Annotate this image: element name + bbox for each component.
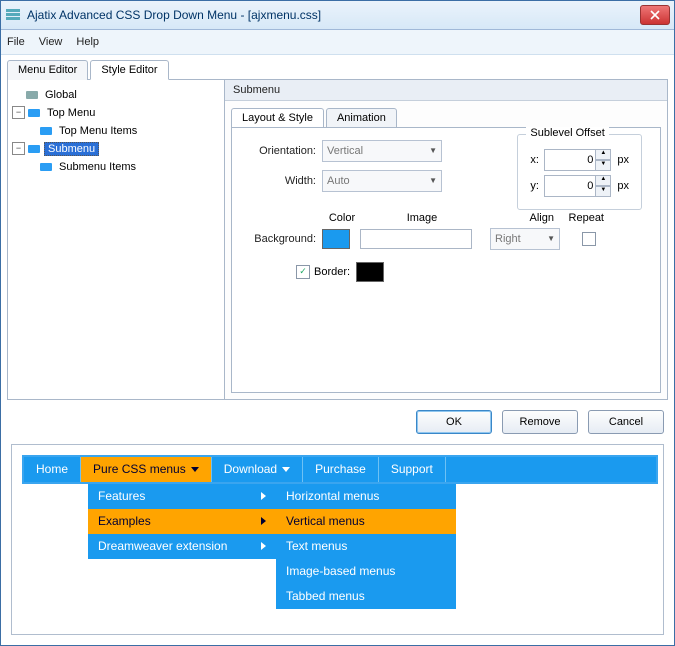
chevron-down-icon: ▼ bbox=[429, 146, 437, 155]
tree-top-menu[interactable]: −Top Menu bbox=[12, 104, 220, 122]
tab-layout-style[interactable]: Layout & Style bbox=[231, 108, 324, 128]
close-button[interactable] bbox=[640, 5, 670, 25]
chevron-down-icon: ▼ bbox=[547, 234, 555, 243]
titlebar: Ajatix Advanced CSS Drop Down Menu - [aj… bbox=[1, 1, 674, 30]
border-label: Border: bbox=[314, 266, 350, 278]
sub2-horizontal[interactable]: Horizontal menus bbox=[276, 484, 456, 509]
hdr-repeat: Repeat bbox=[554, 212, 604, 224]
item-icon bbox=[40, 127, 52, 135]
width-select[interactable]: Auto▼ bbox=[322, 170, 442, 192]
hdr-image: Image bbox=[362, 212, 482, 224]
tree-top-items[interactable]: Top Menu Items bbox=[12, 122, 220, 140]
spin-down-icon[interactable]: ▼ bbox=[595, 186, 611, 197]
spin-up-icon[interactable]: ▲ bbox=[595, 149, 611, 160]
nav-purchase[interactable]: Purchase bbox=[303, 457, 379, 482]
sub2-image[interactable]: Image-based menus bbox=[276, 559, 456, 584]
submenu-wrap: Features Examples Dreamweaver extension … bbox=[22, 484, 653, 609]
orientation-select[interactable]: Vertical▼ bbox=[322, 140, 442, 162]
properties-header: Submenu bbox=[225, 80, 667, 101]
bg-repeat-checkbox[interactable] bbox=[582, 232, 596, 246]
hdr-color: Color bbox=[322, 212, 362, 224]
menu-file[interactable]: File bbox=[7, 36, 25, 48]
bg-headers: Color Image Align Repeat bbox=[244, 212, 648, 224]
app-window: Ajatix Advanced CSS Drop Down Menu - [aj… bbox=[0, 0, 675, 646]
editor-area: Global −Top Menu Top Menu Items −Submenu… bbox=[7, 79, 668, 400]
orientation-label: Orientation: bbox=[244, 145, 316, 157]
offset-x-label: x: bbox=[530, 154, 544, 166]
window-title: Ajatix Advanced CSS Drop Down Menu - [aj… bbox=[27, 8, 640, 22]
sub2-vertical[interactable]: Vertical menus bbox=[276, 509, 456, 534]
tab-menu-editor[interactable]: Menu Editor bbox=[7, 60, 88, 80]
properties-tabs: Layout & Style Animation bbox=[231, 107, 661, 127]
sub2-tabbed[interactable]: Tabbed menus bbox=[276, 584, 456, 609]
menu-icon bbox=[28, 109, 40, 117]
spin-down-icon[interactable]: ▼ bbox=[595, 160, 611, 171]
caret-right-icon bbox=[261, 492, 266, 500]
close-icon bbox=[650, 10, 660, 20]
menu-icon bbox=[28, 145, 40, 153]
offset-x-unit: px bbox=[617, 154, 629, 166]
collapse-icon[interactable]: − bbox=[12, 106, 25, 119]
item-icon bbox=[40, 163, 52, 171]
collapse-icon[interactable]: − bbox=[12, 142, 25, 155]
nav-bar: Home Pure CSS menus Download Purchase Su… bbox=[22, 455, 658, 484]
border-row: ✓ Border: bbox=[244, 262, 648, 282]
globe-icon bbox=[26, 91, 38, 99]
menu-preview: Home Pure CSS menus Download Purchase Su… bbox=[11, 444, 664, 635]
dialog-buttons: OK Remove Cancel bbox=[1, 400, 674, 444]
background-label: Background: bbox=[244, 233, 316, 245]
sub1-dreamweaver[interactable]: Dreamweaver extension bbox=[88, 534, 276, 559]
offset-legend: Sublevel Offset bbox=[526, 127, 608, 139]
menubar: File View Help bbox=[1, 30, 674, 55]
tree-submenu[interactable]: −Submenu bbox=[12, 140, 220, 158]
editor-tabs: Menu Editor Style Editor bbox=[1, 55, 674, 79]
bg-color-swatch[interactable] bbox=[322, 229, 350, 249]
border-color-swatch[interactable] bbox=[356, 262, 384, 282]
nav-home[interactable]: Home bbox=[24, 457, 81, 482]
remove-button[interactable]: Remove bbox=[502, 410, 578, 434]
menu-view[interactable]: View bbox=[39, 36, 63, 48]
caret-down-icon bbox=[191, 467, 199, 472]
nav-support[interactable]: Support bbox=[379, 457, 446, 482]
nav-pure-css[interactable]: Pure CSS menus bbox=[81, 457, 212, 482]
cancel-button[interactable]: Cancel bbox=[588, 410, 664, 434]
border-checkbox[interactable]: ✓ bbox=[296, 265, 310, 279]
spin-up-icon[interactable]: ▲ bbox=[595, 175, 611, 186]
sub2-text[interactable]: Text menus bbox=[276, 534, 456, 559]
properties-pane: Submenu Layout & Style Animation Orienta… bbox=[225, 80, 668, 400]
caret-right-icon bbox=[261, 542, 266, 550]
properties-body: Orientation: Vertical▼ Width: Auto▼ Subl… bbox=[231, 127, 661, 393]
tab-style-editor[interactable]: Style Editor bbox=[90, 60, 168, 80]
offset-y-label: y: bbox=[530, 180, 544, 192]
offset-y-row: y: ▲▼ px bbox=[530, 175, 629, 197]
style-tree: Global −Top Menu Top Menu Items −Submenu… bbox=[7, 80, 225, 400]
background-row: Background: Right▼ bbox=[244, 228, 648, 250]
bg-align-select[interactable]: Right▼ bbox=[490, 228, 560, 250]
app-icon bbox=[5, 7, 21, 23]
hdr-align: Align bbox=[482, 212, 554, 224]
menu-help[interactable]: Help bbox=[76, 36, 99, 48]
bg-image-input[interactable] bbox=[360, 229, 472, 249]
tab-animation[interactable]: Animation bbox=[326, 108, 397, 128]
sublevel-offset-group: Sublevel Offset x: ▲▼ px y: ▲▼ px bbox=[517, 134, 642, 210]
offset-y-unit: px bbox=[617, 180, 629, 192]
nav-download[interactable]: Download bbox=[212, 457, 303, 482]
sub1-features[interactable]: Features bbox=[88, 484, 276, 509]
width-label: Width: bbox=[244, 175, 316, 187]
ok-button[interactable]: OK bbox=[416, 410, 492, 434]
offset-x-row: x: ▲▼ px bbox=[530, 149, 629, 171]
caret-right-icon bbox=[261, 517, 266, 525]
offset-x-input[interactable] bbox=[544, 149, 596, 171]
chevron-down-icon: ▼ bbox=[429, 176, 437, 185]
submenu-level1: Features Examples Dreamweaver extension bbox=[88, 484, 276, 609]
sub1-examples[interactable]: Examples bbox=[88, 509, 276, 534]
offset-y-input[interactable] bbox=[544, 175, 596, 197]
tree-global[interactable]: Global bbox=[12, 86, 220, 104]
caret-down-icon bbox=[282, 467, 290, 472]
submenu-level2: Horizontal menus Vertical menus Text men… bbox=[276, 484, 456, 609]
tree-submenu-items[interactable]: Submenu Items bbox=[12, 158, 220, 176]
